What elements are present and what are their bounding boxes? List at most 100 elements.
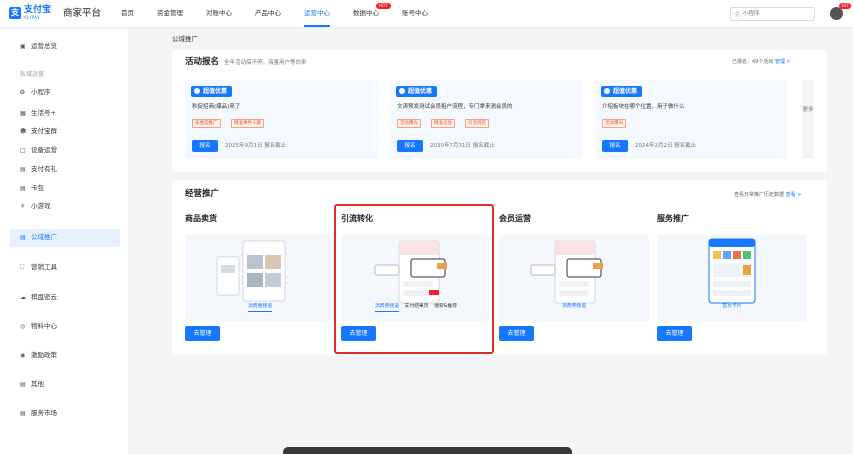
sidebar-item-label: 其他 — [31, 380, 44, 388]
activity-card[interactable]: 超值优惠 介绍板块在哪个位置，用于做什么 活动曝光 报名 2024年2月2日 报… — [595, 80, 787, 159]
sidebar-item-label: 公域推广 — [31, 233, 57, 241]
market-icon: ▤ — [20, 410, 26, 417]
sidebar-item-public[interactable]: ▤ 公域推广 — [20, 233, 57, 242]
search-box[interactable]: ⚲ — [730, 7, 815, 21]
other-icon: ▤ — [20, 381, 26, 388]
sidebar-item-group[interactable]: ☻ 支付宝群 — [20, 127, 57, 136]
search-icon: ⚲ — [735, 11, 740, 18]
sidebar-item-cards[interactable]: ▤ 卡包 — [20, 184, 44, 193]
sidebar-item-device[interactable]: □ 设备运营 — [20, 146, 57, 155]
nav-item-products[interactable]: 产品中心 — [255, 9, 281, 18]
dashboard-icon: ▣ — [20, 43, 26, 50]
sidebar-item-overview[interactable]: ▣ 运营总览 — [20, 42, 57, 51]
nav-item-funds[interactable]: 资金管理 — [157, 9, 183, 18]
sidebar-item-lifestyle[interactable]: ▦ 生活号+ — [20, 109, 56, 118]
activity-description: 介绍板块在哪个位置，用于做什么 — [602, 104, 685, 110]
material-icon: ◎ — [20, 323, 26, 330]
sidebar-item-marketing[interactable]: ⛶ 营销工具 — [20, 263, 57, 272]
sidebar-item-cloud[interactable]: ☁ 棋盘密云 — [20, 293, 57, 302]
business-history: 查看日常推广历史数据 查看 > — [734, 192, 801, 199]
card-icon: ▤ — [20, 185, 26, 192]
offer-tag-label: 超值优惠 — [408, 88, 433, 95]
sidebar-item-label: 营销工具 — [31, 263, 57, 271]
offer-tag: 超值优惠 — [396, 86, 438, 97]
alipay-logo-subtext: ALIPAY — [24, 15, 41, 20]
promotion-icon: ▤ — [20, 234, 26, 241]
coupon-icon — [399, 88, 405, 94]
feature-subtabs: 首页卡片 — [657, 303, 807, 310]
nav-item-home[interactable]: 首页 — [121, 9, 134, 18]
activity-chip: 精准事件人群 — [231, 119, 264, 128]
alipay-logo-text: 支付宝 — [24, 5, 52, 15]
sidebar-item-label: 支付有礼 — [31, 165, 57, 173]
sidebar-item-label: 激励政策 — [31, 351, 57, 359]
gift-icon: ▤ — [20, 166, 26, 173]
nav-item-reconciliation[interactable]: 对账中心 — [206, 9, 232, 18]
nav-item-data[interactable]: 数据中心 — [353, 9, 379, 18]
activity-chip: 引流到店 — [465, 119, 489, 128]
alipay-logo-icon: 支 — [9, 7, 21, 19]
more-activities-button[interactable]: 更多 — [802, 80, 814, 159]
feature-service: 服务推广 首页卡片 去管理 — [657, 213, 807, 348]
cloud-icon: ☁ — [20, 294, 26, 301]
register-button[interactable]: 报名 — [397, 140, 423, 152]
subtab-homepage-card[interactable]: 首页卡片 — [722, 303, 741, 310]
activity-registered-count: 已报名：49个活动 管理 > — [732, 59, 791, 66]
offer-tag-label: 超值优惠 — [613, 88, 638, 95]
business-promotion-panel: 经营推广 查看日常推广历史数据 查看 > 商品卖货 消费圈频道 去管理 引流转化 — [172, 180, 827, 355]
sidebar: ▣ 运营总览 私域运营 ❂ 小程序 ▦ 生活号+ ☻ 支付宝群 □ 设备运营 ▤ 支付有礼 … — [0, 29, 128, 454]
bottom-overlay-bar — [283, 447, 572, 454]
manage-button[interactable]: 去管理 — [657, 326, 692, 341]
top-navigation-bar: 支 支付宝 ALIPAY 商家平台 首页 资金管理 对账中心 产品中心 运营中心… — [0, 0, 853, 28]
marketing-icon: ⛶ — [20, 264, 25, 271]
sidebar-item-minigame[interactable]: ⚘ 小游戏 — [20, 202, 51, 211]
offer-tag: 超值优惠 — [191, 86, 233, 97]
activity-card[interactable]: 超值优惠 文涛预发测试会员租户流程，专门拿来测会员的 活动曝光 精准投放 引流到… — [390, 80, 582, 159]
miniapp-icon: ❂ — [20, 89, 26, 96]
notification-count-badge: 167 — [839, 3, 851, 9]
activity-panel: 活动报名 全年活动搞不停，海量用户等你来 已报名：49个活动 管理 > 超值优惠… — [172, 50, 827, 172]
history-text: 查看日常推广历史数据 — [734, 192, 785, 198]
sidebar-item-label: 物料中心 — [31, 322, 57, 330]
feature-subtabs: 消费圈频道 — [185, 303, 335, 312]
feature-title: 会员运营 — [499, 214, 531, 223]
sidebar-item-label: 小程序 — [31, 88, 51, 96]
manage-activities-link[interactable]: 管理 > — [775, 59, 791, 65]
nav-item-account[interactable]: 账号中心 — [402, 9, 428, 18]
activity-chip: 活动曝光 — [602, 119, 626, 128]
registered-count-text: 已报名：49个活动 — [732, 59, 774, 65]
coupon-icon — [604, 88, 610, 94]
sidebar-item-material[interactable]: ◎ 物料中心 — [20, 322, 57, 331]
manage-button[interactable]: 去管理 — [185, 326, 220, 341]
lifestyle-icon: ▦ — [20, 110, 26, 117]
sidebar-item-label: 支付宝群 — [31, 127, 57, 135]
sidebar-item-incentive[interactable]: ◉ 激励政策 — [20, 351, 57, 360]
offer-tag-label: 超值优惠 — [203, 88, 228, 95]
incentive-icon: ◉ — [20, 352, 26, 359]
sidebar-item-miniapp[interactable]: ❂ 小程序 — [20, 88, 51, 97]
breadcrumb: 公域推广 — [172, 35, 198, 43]
history-link[interactable]: 查看 > — [786, 192, 802, 198]
sidebar-item-label: 小游戏 — [31, 202, 51, 210]
register-button[interactable]: 报名 — [602, 140, 628, 152]
sidebar-item-label: 服务市场 — [31, 409, 57, 417]
activity-card[interactable]: 超值优惠 秋促招商(爆品)来了 多维度推广 精准事件人群 报名 2025年9月1… — [185, 80, 377, 159]
sidebar-item-gift[interactable]: ▤ 支付有礼 — [20, 165, 57, 174]
subtab-coupon-channel[interactable]: 消费券频道 — [562, 303, 586, 310]
highlight-annotation-box — [334, 204, 494, 354]
business-title: 经营推广 — [185, 189, 220, 199]
sidebar-item-other[interactable]: ▤ 其他 — [20, 380, 44, 389]
activity-description: 文涛预发测试会员租户流程，专门拿来测会员的 — [397, 104, 513, 110]
nav-item-operations[interactable]: 运营中心 — [304, 9, 330, 27]
subtab-coupon-channel[interactable]: 消费圈频道 — [248, 303, 272, 312]
sidebar-item-market[interactable]: ▤ 服务市场 — [20, 409, 57, 418]
activity-deadline: 2030年7月31日 报名截止 — [430, 143, 495, 149]
manage-button[interactable]: 去管理 — [499, 326, 534, 341]
device-icon: □ — [20, 147, 26, 154]
feature-goods: 商品卖货 消费圈频道 去管理 — [185, 213, 335, 348]
register-button[interactable]: 报名 — [192, 140, 218, 152]
activity-deadline: 2024年2月2日 报名截止 — [635, 143, 697, 149]
platform-name: 商家平台 — [63, 8, 102, 19]
sidebar-item-label: 卡包 — [31, 184, 44, 192]
search-input[interactable] — [743, 9, 811, 19]
